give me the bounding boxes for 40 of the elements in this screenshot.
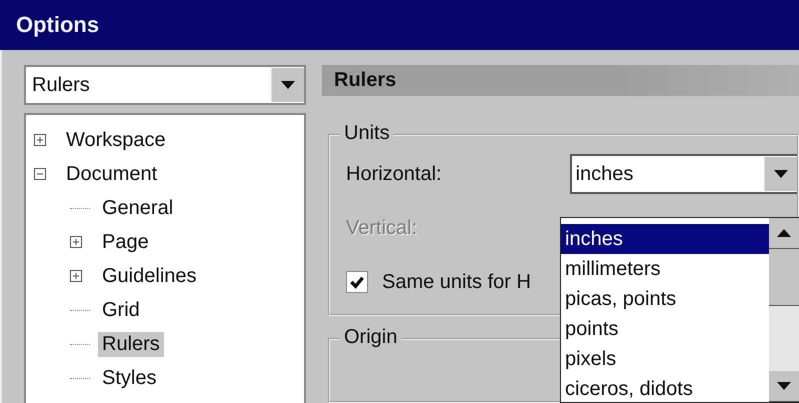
up-arrow-icon <box>777 229 791 237</box>
collapse-icon[interactable] <box>34 168 46 180</box>
tree-item[interactable]: Grid <box>98 298 144 322</box>
expand-icon[interactable] <box>70 236 82 248</box>
scroll-down-button[interactable] <box>769 371 799 402</box>
category-dropdown[interactable]: Rulers <box>24 65 306 105</box>
check-icon <box>350 275 364 289</box>
group-label: Origin <box>340 326 402 349</box>
dropdown-button[interactable] <box>271 68 304 102</box>
caret-icon <box>774 170 788 178</box>
tree-item[interactable]: Page <box>98 230 153 254</box>
down-arrow-icon <box>777 382 791 390</box>
expand-icon[interactable] <box>34 134 46 146</box>
tree-item[interactable]: Document <box>62 162 162 186</box>
dropdown-option[interactable]: ciceros, didots <box>561 374 769 403</box>
checkbox[interactable] <box>346 271 368 293</box>
tree-item[interactable]: Rulers <box>98 332 164 356</box>
window-title: Options <box>0 0 799 50</box>
units-dropdown[interactable]: inches <box>570 154 797 194</box>
dropdown-option[interactable]: points <box>561 314 769 344</box>
scrollbar[interactable] <box>769 218 799 402</box>
dropdown-option[interactable]: inches <box>561 224 769 254</box>
checkbox-label: Same units for H <box>382 270 531 294</box>
tree-item[interactable]: Workspace <box>62 128 170 152</box>
dropdown-option[interactable]: picas, points <box>561 284 769 314</box>
dropdown-value: Rulers <box>31 74 90 96</box>
panel-title: Rulers <box>334 69 396 92</box>
dropdown-button[interactable] <box>764 157 797 191</box>
tree-item[interactable]: General <box>98 196 178 220</box>
tree-item[interactable]: Styles <box>98 366 160 390</box>
tree-item[interactable]: Guidelines <box>98 264 201 288</box>
expand-icon[interactable] <box>70 270 82 282</box>
caret-icon <box>281 81 295 89</box>
scroll-thumb[interactable] <box>769 249 799 306</box>
scroll-up-button[interactable] <box>769 218 799 249</box>
dropdown-option[interactable]: millimeters <box>561 254 769 284</box>
field-label: Horizontal: <box>346 162 442 186</box>
field-label: Vertical: <box>346 216 418 240</box>
dropdown-value: inches <box>574 162 634 186</box>
dropdown-option[interactable]: pixels <box>561 344 769 374</box>
